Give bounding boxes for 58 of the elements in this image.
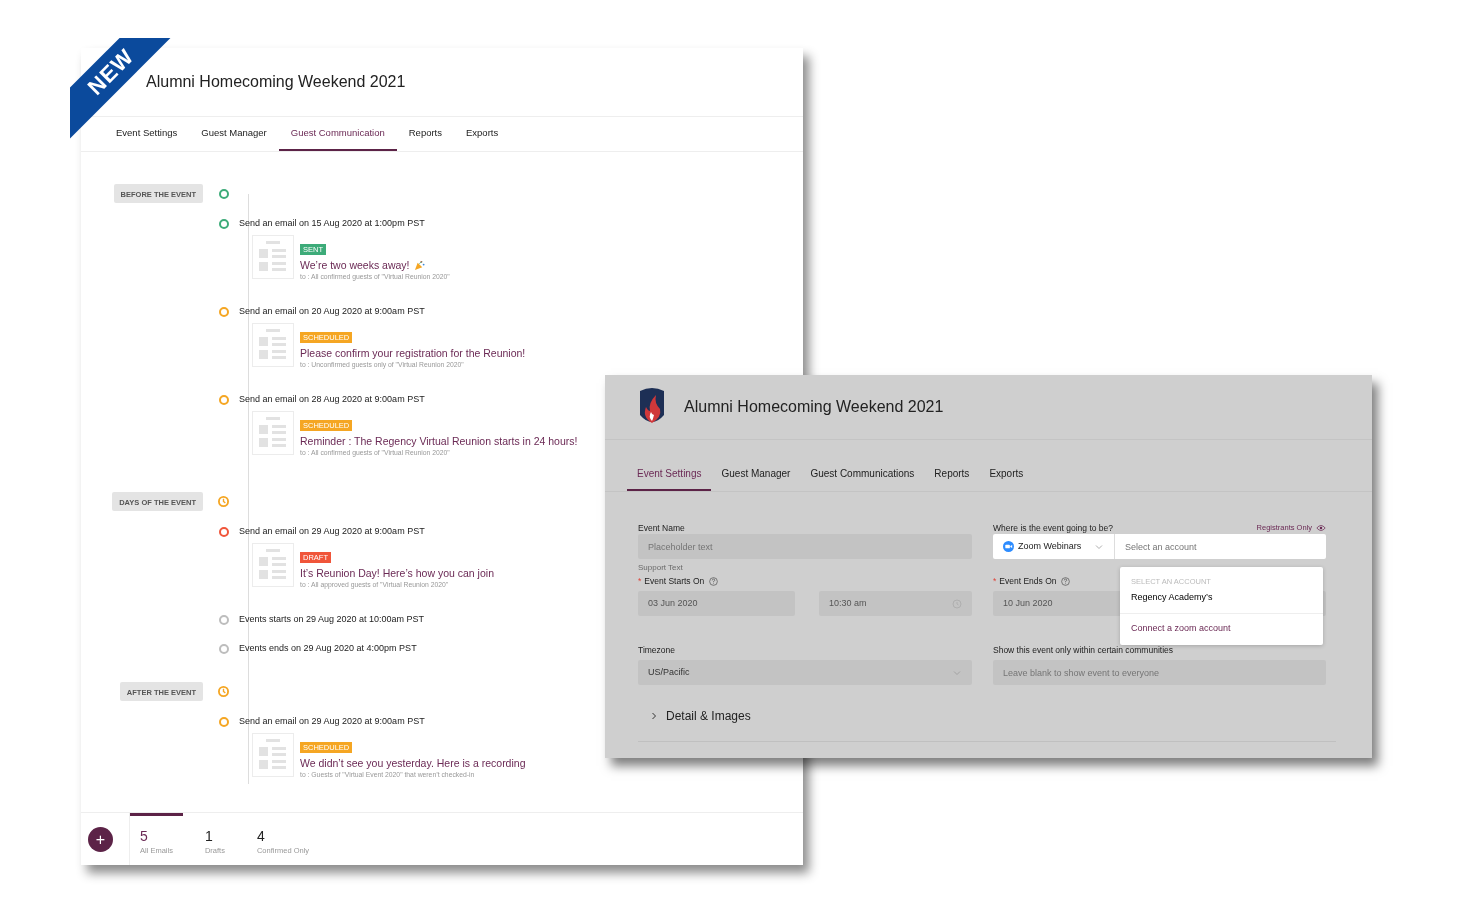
tab[interactable]: Reports bbox=[924, 466, 980, 491]
schedule-text: Send an email on 29 Aug 2020 at 9:00am PST bbox=[238, 526, 425, 537]
help-icon bbox=[1061, 576, 1071, 586]
window-title: Alumni Homecoming Weekend 2021 bbox=[684, 397, 944, 417]
email-subject[interactable]: Please confirm your registration for the Reunion! bbox=[300, 347, 526, 360]
schedule-text: Send an email on 28 Aug 2020 at 9:00am PST bbox=[238, 394, 425, 405]
text-field[interactable]: Placeholder text bbox=[638, 534, 972, 559]
platform-select[interactable]: Zoom Webinars bbox=[993, 534, 1115, 559]
schedule-text: Send an email on 29 Aug 2020 at 9:00am PST bbox=[238, 716, 425, 727]
email-thumbnail-icon bbox=[252, 235, 294, 279]
tab[interactable]: Guest Communications bbox=[800, 466, 925, 491]
field-label: Event Ends On bbox=[999, 574, 1057, 588]
email-subject[interactable]: We’re two weeks away! bbox=[300, 259, 410, 272]
tab[interactable]: Exports bbox=[454, 117, 511, 151]
help-icon bbox=[709, 576, 719, 586]
schedule-text: Send an email on 15 Aug 2020 at 1:00pm PST bbox=[238, 218, 425, 229]
account-field[interactable]: Select an account bbox=[1115, 534, 1326, 559]
field-label: Event Starts On bbox=[644, 574, 705, 588]
timeline-dot bbox=[219, 717, 229, 727]
email-thumbnail-icon bbox=[252, 733, 294, 777]
tab[interactable]: Reports bbox=[396, 117, 454, 151]
time-field[interactable]: 10:30 am bbox=[819, 591, 972, 616]
timeline-dot bbox=[219, 307, 229, 317]
email-subject[interactable]: We didn’t see you yesterday. Here is a recording bbox=[300, 757, 526, 770]
tab[interactable]: Guest Communication bbox=[278, 117, 397, 151]
email-subject[interactable]: It’s Reunion Day! Here’s how you can join bbox=[300, 567, 494, 580]
field-label: Where is the event going to be? bbox=[993, 522, 1114, 534]
timezone-select[interactable]: US/Pacific bbox=[638, 660, 972, 685]
required-mark: * bbox=[638, 574, 642, 588]
section-toggle[interactable]: Detail & Images bbox=[666, 707, 751, 725]
email-subject[interactable]: Reminder : The Regency Virtual Reunion starts in 24 hours! bbox=[300, 435, 578, 448]
tab[interactable]: Guest Manager bbox=[711, 466, 801, 491]
schedule-text: Events starts on 29 Aug 2020 at 10:00am PST bbox=[238, 614, 425, 625]
communities-field[interactable]: Leave blank to show event to everyone bbox=[993, 660, 1326, 685]
field-label: Show this event only within certain communities bbox=[993, 644, 1174, 656]
date-field[interactable]: 03 Jun 2020 bbox=[638, 591, 795, 616]
tab[interactable]: Guest Manager bbox=[189, 117, 279, 151]
tab[interactable]: Event Settings bbox=[627, 466, 712, 491]
email-thumbnail-icon bbox=[252, 323, 294, 367]
menu-option[interactable]: Regency Academy’s bbox=[1120, 587, 1323, 614]
eye-icon bbox=[1316, 524, 1326, 532]
video-camera-icon bbox=[1003, 541, 1014, 552]
email-thumbnail-icon bbox=[252, 411, 294, 455]
timeline-dot bbox=[219, 219, 229, 229]
connect-account-link[interactable]: Connect a zoom account bbox=[1120, 613, 1242, 644]
tab[interactable]: Exports bbox=[979, 466, 1034, 491]
window-title: Alumni Homecoming Weekend 2021 bbox=[146, 72, 406, 92]
timeline-dot bbox=[219, 395, 229, 405]
tab[interactable]: Event Settings bbox=[104, 117, 190, 151]
field-label: Event Name bbox=[638, 522, 686, 534]
timeline-dot bbox=[219, 527, 229, 537]
field-label: Timezone bbox=[638, 644, 676, 656]
support-text: Support Text bbox=[638, 562, 684, 574]
email-thumbnail-icon bbox=[252, 543, 294, 587]
add-button[interactable]: + bbox=[88, 826, 113, 852]
required-mark: * bbox=[993, 574, 997, 588]
schedule-text: Send an email on 20 Aug 2020 at 9:00am PST bbox=[238, 306, 425, 317]
schedule-text: Events ends on 29 Aug 2020 at 4:00pm PST bbox=[238, 643, 417, 654]
